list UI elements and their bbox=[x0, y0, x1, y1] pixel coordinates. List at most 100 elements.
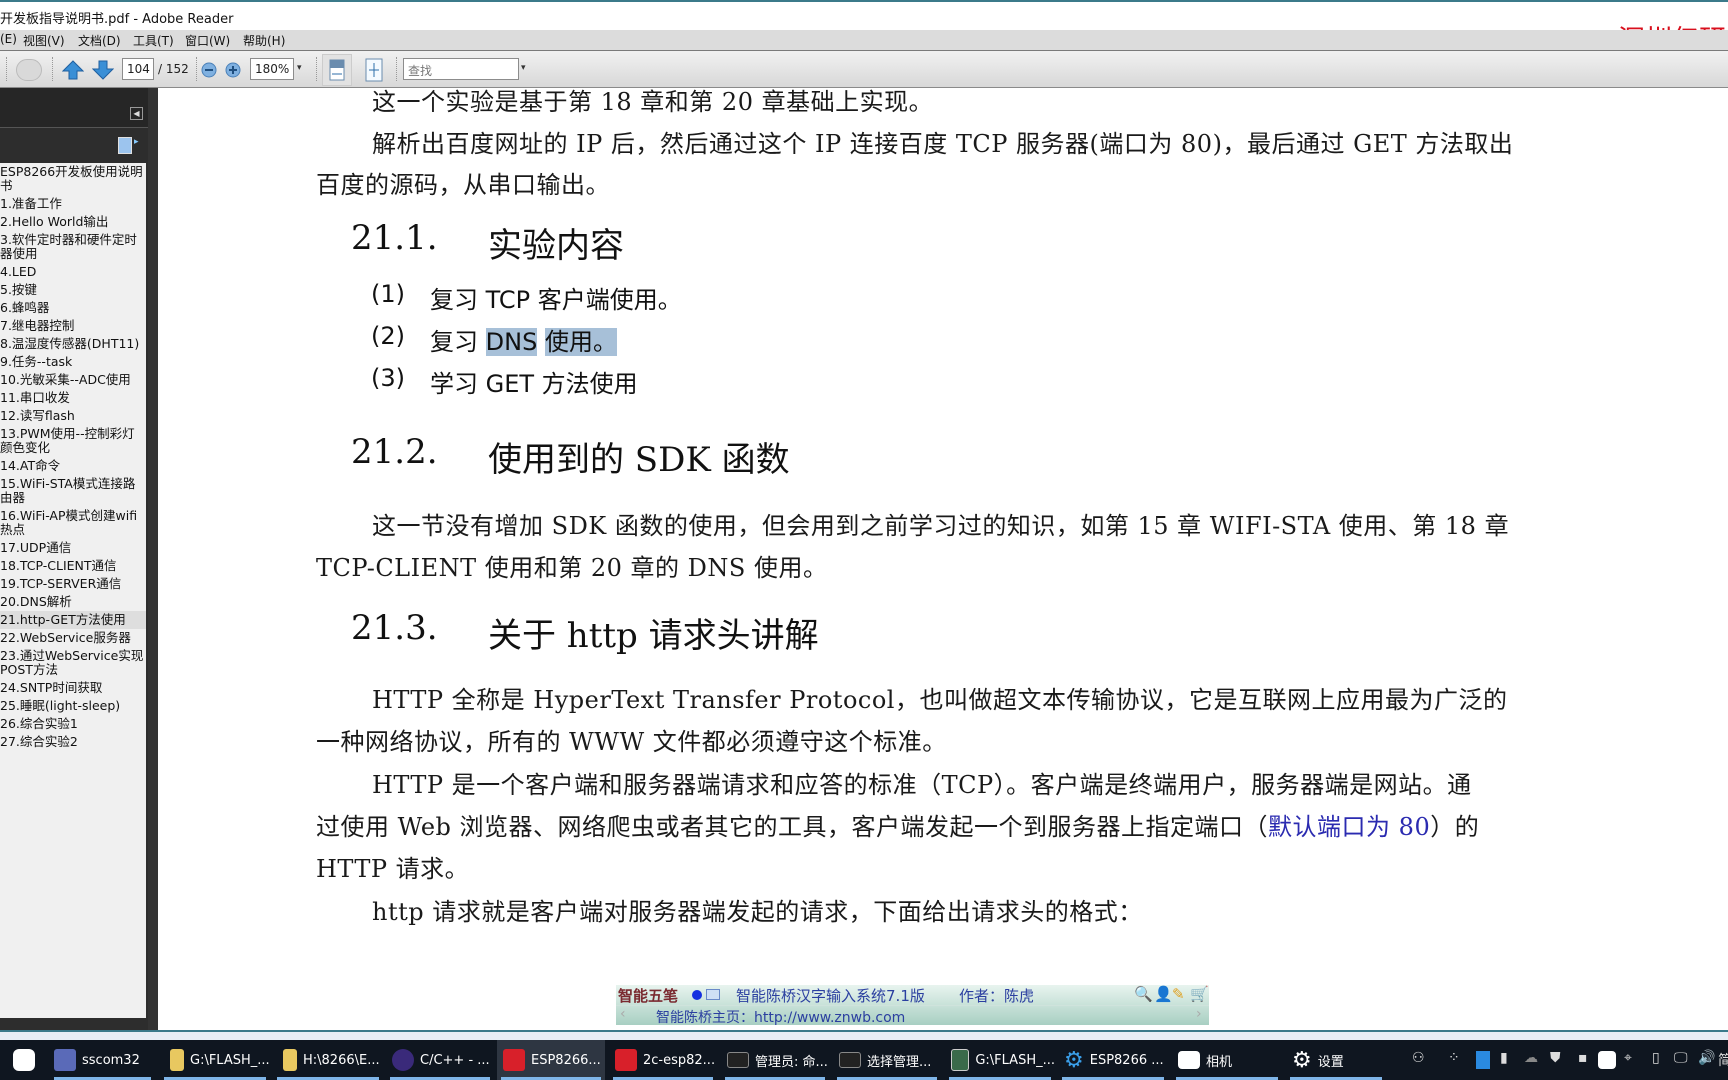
bookmark-item[interactable]: 3.软件定时器和硬件定时器使用 bbox=[0, 231, 146, 263]
cart-icon[interactable]: 🛒 bbox=[1190, 985, 1209, 1003]
bookmark-item[interactable]: 8.温湿度传感器(DHT11) bbox=[0, 335, 146, 353]
bookmark-item[interactable]: 22.WebService服务器 bbox=[0, 629, 146, 647]
network-icon[interactable]: 🖵 bbox=[1674, 1050, 1688, 1066]
list-item: 复习 DNS 使用。 bbox=[430, 322, 617, 357]
menu-help[interactable]: 帮助(H) bbox=[243, 32, 285, 49]
baidu-tray-icon[interactable] bbox=[1598, 1051, 1616, 1069]
bookmark-item[interactable]: 21.http-GET方法使用 bbox=[0, 611, 146, 629]
taskbar-label: 选择管理... bbox=[867, 1054, 932, 1070]
next-page-icon[interactable] bbox=[92, 59, 114, 81]
bookmark-options-icon[interactable] bbox=[118, 137, 132, 154]
baidu-icon bbox=[13, 1049, 35, 1071]
selected-text[interactable]: DNS bbox=[485, 328, 538, 356]
pencil-icon[interactable]: ✎ bbox=[1172, 985, 1185, 1003]
bookmark-item[interactable]: 19.TCP-SERVER通信 bbox=[0, 575, 146, 593]
bookmark-item[interactable]: 25.睡眠(light-sleep) bbox=[0, 697, 146, 715]
bookmark-item[interactable]: 7.继电器控制 bbox=[0, 317, 146, 335]
chevron-left-icon[interactable]: ‹ bbox=[620, 1006, 626, 1022]
search-icon[interactable]: 🔍 bbox=[1134, 985, 1153, 1003]
taskbar-item-cmd[interactable]: 管理员: 命... bbox=[721, 1040, 829, 1080]
toolbar: 104 / 152 180% ▾ 查找 ▾ bbox=[0, 50, 1728, 88]
bookmark-item[interactable]: 6.蜂鸣器 bbox=[0, 299, 146, 317]
zoom-dropdown-arrow-icon[interactable]: ▾ bbox=[297, 63, 302, 73]
bookmark-item[interactable]: 1.准备工作 bbox=[0, 195, 146, 213]
title-bar: 开发板指导说明书.pdf - Adobe Reader bbox=[0, 0, 1728, 30]
bookmark-item[interactable]: 4.LED bbox=[0, 263, 146, 281]
bookmark-item[interactable]: 26.综合实验1 bbox=[0, 715, 146, 733]
toolbar-separator bbox=[6, 57, 8, 81]
bookmark-item[interactable]: 17.UDP通信 bbox=[0, 539, 146, 557]
previous-page-icon[interactable] bbox=[62, 59, 84, 81]
ime-indicator[interactable]: 简 bbox=[1718, 1050, 1728, 1070]
video-icon[interactable]: ▮ bbox=[1500, 1050, 1508, 1066]
pdf-icon bbox=[503, 1049, 525, 1071]
link-text[interactable]: 默认端口为 80 bbox=[1268, 813, 1430, 841]
chevron-right-icon[interactable]: › bbox=[1196, 1006, 1202, 1022]
menu-view[interactable]: 视图(V) bbox=[23, 32, 65, 49]
options-arrow-icon[interactable]: ▸ bbox=[134, 137, 139, 147]
panel-splitter[interactable] bbox=[148, 88, 158, 1030]
keyboard-icon[interactable] bbox=[706, 989, 720, 1000]
bookmark-item[interactable]: 18.TCP-CLIENT通信 bbox=[0, 557, 146, 575]
bookmark-item[interactable]: 16.WiFi-AP模式创建wifi热点 bbox=[0, 507, 146, 539]
cloud-icon[interactable]: ☁ bbox=[1524, 1050, 1538, 1066]
user-icon[interactable]: 👤 bbox=[1154, 985, 1173, 1003]
taskbar-item-eclipse[interactable]: C/C++ - ... bbox=[386, 1040, 494, 1080]
menu-tools[interactable]: 工具(T) bbox=[133, 32, 174, 49]
fit-width-button[interactable] bbox=[322, 54, 352, 86]
taskbar-item-camera[interactable]: 相机 bbox=[1172, 1040, 1282, 1080]
bookmark-item[interactable]: 10.光敏采集--ADC使用 bbox=[0, 371, 146, 389]
network-status-icon[interactable]: ⁘ bbox=[1448, 1050, 1460, 1066]
taskbar-item-flash-tool[interactable]: G:\FLASH_... bbox=[945, 1040, 1055, 1080]
taskbar-item-esp8266-settings[interactable]: ⚙ ESP8266 ... bbox=[1058, 1040, 1168, 1080]
bookmark-item[interactable]: 27.综合实验2 bbox=[0, 733, 146, 751]
selected-text[interactable]: 使用。 bbox=[544, 328, 617, 356]
bookmark-item[interactable]: 15.WiFi-STA模式连接路由器 bbox=[0, 475, 146, 507]
find-dropdown-arrow-icon[interactable]: ▾ bbox=[521, 63, 526, 73]
bookmark-item[interactable]: 11.串口收发 bbox=[0, 389, 146, 407]
bookmark-item[interactable]: 14.AT命令 bbox=[0, 457, 146, 475]
taskbar-item-pdf[interactable]: 2c-esp82... bbox=[609, 1040, 717, 1080]
taskbar-item-cmd[interactable]: 选择管理... bbox=[833, 1040, 941, 1080]
zoom-in-icon[interactable] bbox=[225, 62, 241, 78]
zoom-out-icon[interactable] bbox=[201, 62, 217, 78]
taskbar-item-settings[interactable]: ⚙ 设置 bbox=[1286, 1040, 1386, 1080]
taskbar-item-explorer[interactable]: H:\8266\E... bbox=[273, 1040, 383, 1080]
usb-icon[interactable]: ▯ bbox=[1652, 1050, 1660, 1066]
windows-update-icon[interactable]: ▪ bbox=[1578, 1050, 1588, 1066]
menu-document[interactable]: 文档(D) bbox=[78, 32, 121, 49]
paragraph: 一种网络协议，所有的 WWW 文件都必须遵守这个标准。 bbox=[316, 728, 947, 756]
find-input[interactable]: 查找 bbox=[403, 58, 519, 80]
menu-window[interactable]: 窗口(W) bbox=[185, 32, 230, 49]
window-title: 开发板指导说明书.pdf - Adobe Reader bbox=[0, 12, 234, 27]
app-tray-icon[interactable] bbox=[1476, 1051, 1490, 1069]
bookmark-item[interactable]: 5.按键 bbox=[0, 281, 146, 299]
bookmark-item[interactable]: 13.PWM使用--控制彩灯颜色变化 bbox=[0, 425, 146, 457]
bookmark-item[interactable]: ESP8266开发板使用说明书 bbox=[0, 163, 146, 195]
flash-tool-icon bbox=[951, 1049, 970, 1071]
security-shield-icon[interactable]: ⛊ bbox=[1550, 1050, 1561, 1066]
taskbar-item-adobe-reader[interactable]: ESP8266... bbox=[497, 1040, 605, 1080]
ime-homepage[interactable]: 智能陈桥主页：http://www.znwb.com bbox=[656, 1007, 905, 1027]
page-number-input[interactable]: 104 bbox=[122, 58, 154, 80]
taskbar-item-sscom32[interactable]: sscom32 bbox=[50, 1040, 155, 1080]
list-item: 学习 GET 方法使用 bbox=[430, 370, 638, 398]
baidu-netdisk-button[interactable] bbox=[6, 1040, 42, 1080]
volume-icon[interactable]: 🔊 bbox=[1698, 1050, 1715, 1066]
menu-edit[interactable]: (E) bbox=[0, 32, 17, 46]
satellite-icon[interactable]: ⌖ bbox=[1624, 1050, 1632, 1066]
zoom-level-select[interactable]: 180% bbox=[250, 58, 294, 80]
collapse-panel-icon[interactable]: ◀ bbox=[130, 107, 143, 120]
people-icon[interactable]: ⚇ bbox=[1412, 1050, 1425, 1066]
share-icon[interactable] bbox=[16, 59, 42, 81]
ime-toolbar[interactable]: 智能五笔 智能陈桥汉字输入系统7.1版 作者：陈虎 🔍 👤 ✎ 🛒 ‹ 智能陈桥… bbox=[616, 985, 1209, 1027]
taskbar-item-explorer[interactable]: G:\FLASH_... bbox=[160, 1040, 270, 1080]
bookmark-item[interactable]: 12.读写flash bbox=[0, 407, 146, 425]
bookmark-item[interactable]: 24.SNTP时间获取 bbox=[0, 679, 146, 697]
fit-page-icon[interactable] bbox=[362, 57, 386, 83]
ime-mode-icon[interactable] bbox=[692, 990, 702, 1000]
bookmark-item[interactable]: 23.通过WebService实现POST方法 bbox=[0, 647, 146, 679]
bookmark-item[interactable]: 2.Hello World输出 bbox=[0, 213, 146, 231]
bookmark-item[interactable]: 9.任务--task bbox=[0, 353, 146, 371]
bookmark-item[interactable]: 20.DNS解析 bbox=[0, 593, 146, 611]
